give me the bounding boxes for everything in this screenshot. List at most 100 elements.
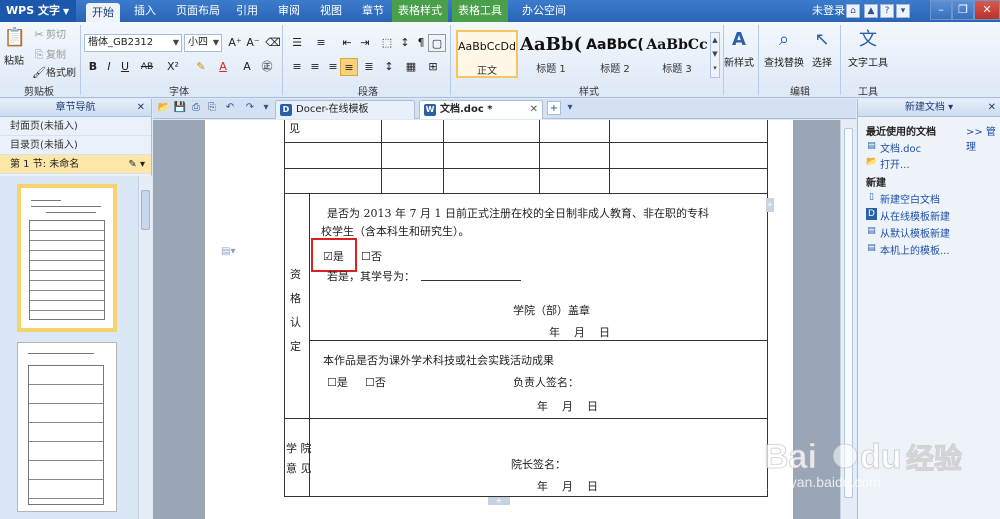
strikethrough-icon[interactable]: AB bbox=[138, 58, 156, 76]
chevron-down-icon[interactable]: ▾ bbox=[563, 101, 577, 115]
style-heading-3[interactable]: AaBbCc 标题 3 bbox=[646, 30, 708, 78]
close-tab-icon[interactable]: ✕ bbox=[530, 101, 538, 119]
open-link[interactable]: 打开... bbox=[880, 156, 910, 171]
login-status[interactable]: 未登录 bbox=[812, 0, 845, 22]
font-size-combo[interactable]: 小四 ▼ bbox=[184, 34, 222, 52]
shrink-font-icon[interactable]: A⁻ bbox=[244, 34, 262, 52]
decrease-indent-icon[interactable]: ⇤ bbox=[338, 34, 356, 52]
table-border bbox=[609, 120, 610, 193]
font-color-icon[interactable]: A bbox=[214, 58, 232, 76]
new-tab-icon[interactable]: + bbox=[547, 101, 561, 115]
nav-item-cover[interactable]: 封面页(未插入) bbox=[0, 117, 151, 136]
checkbox-no-2[interactable]: ☐否 bbox=[365, 374, 386, 390]
app-menu-button[interactable]: WPS 文字 ▼ bbox=[0, 0, 76, 22]
tab-chapter[interactable]: 章节 bbox=[356, 0, 390, 22]
tab-table-style[interactable]: 表格样式 bbox=[392, 0, 448, 22]
help-icon[interactable]: ? bbox=[880, 4, 894, 18]
styles-scroll[interactable]: ▲ ▼ ▾ bbox=[710, 32, 720, 78]
tab-home[interactable]: 开始 bbox=[86, 3, 120, 22]
style-normal[interactable]: AaBbCcDd 正文 bbox=[456, 30, 518, 78]
new-style-button[interactable]: A 新样式 bbox=[724, 28, 754, 69]
highlight-icon[interactable]: ✎ bbox=[192, 58, 210, 76]
close-icon[interactable]: ✕ bbox=[988, 99, 996, 117]
align-left-icon[interactable]: ≡ bbox=[288, 58, 306, 76]
dropdown-icon[interactable]: ▾ bbox=[896, 4, 910, 18]
line-spacing-icon[interactable]: ↕ bbox=[380, 58, 398, 76]
phonetic-icon[interactable]: ㊣ bbox=[258, 58, 276, 76]
char-shading-icon[interactable]: A bbox=[238, 58, 256, 76]
tab-table-tools[interactable]: 表格工具 bbox=[452, 0, 508, 22]
collapse-icon[interactable]: ▲ bbox=[864, 4, 878, 18]
chinese-layout-icon[interactable]: ⬚ bbox=[378, 34, 396, 52]
copy-label: 复制 bbox=[46, 50, 66, 61]
document-page[interactable]: 见 资 格 认 定 是否为 2013 年 7 月 1 日前正式注册在校的全日制非… bbox=[205, 120, 793, 519]
paragraph-marker-icon[interactable]: ▤▾ bbox=[221, 246, 235, 257]
doctab-document[interactable]: W 文档.doc * ✕ bbox=[419, 100, 543, 119]
redo-icon[interactable]: ↷ bbox=[243, 101, 257, 115]
add-row-handle[interactable]: + bbox=[488, 497, 510, 505]
tab-insert[interactable]: 插入 bbox=[128, 0, 162, 22]
numbering-icon[interactable]: ≡ bbox=[312, 34, 330, 52]
print-icon[interactable]: ⎙ bbox=[189, 101, 203, 115]
grow-font-icon[interactable]: A⁺ bbox=[226, 34, 244, 52]
border-icon[interactable]: ▢ bbox=[428, 34, 446, 52]
style-name: 标题 2 bbox=[600, 64, 630, 75]
tab-view[interactable]: 视图 bbox=[314, 0, 348, 22]
restore-button[interactable]: ❐ bbox=[952, 0, 974, 20]
select-label: 选择 bbox=[812, 58, 832, 69]
nav-item-toc[interactable]: 目录页(未插入) bbox=[0, 136, 151, 155]
page-thumbnail[interactable] bbox=[17, 184, 117, 332]
chevron-down-icon[interactable]: ▾ bbox=[259, 101, 273, 115]
justify-icon[interactable]: ≡ bbox=[340, 58, 358, 76]
manage-link[interactable]: >> 管理 bbox=[966, 123, 1000, 153]
text-tools-button[interactable]: 文 文字工具 bbox=[844, 28, 892, 69]
save-icon[interactable]: 💾 bbox=[173, 101, 187, 115]
undo-icon[interactable]: ↶ bbox=[223, 101, 237, 115]
format-painter-button[interactable]: 🖌格式刷 bbox=[32, 66, 76, 82]
nav-scrollbar[interactable] bbox=[138, 176, 152, 519]
new-blank-link[interactable]: 新建空白文档 bbox=[880, 191, 940, 206]
chapter-nav-pane: 章节导航 ✕ 封面页(未插入) 目录页(未插入) 第 1 节: 未命名 ✎ ▾ bbox=[0, 99, 152, 519]
table-border-icon[interactable]: ⊞ bbox=[424, 58, 442, 76]
local-templates-link[interactable]: 本机上的模板... bbox=[880, 242, 950, 257]
recent-doc-link[interactable]: 文档.doc bbox=[880, 140, 921, 155]
tab-references[interactable]: 引用 bbox=[230, 0, 264, 22]
doctab-docer-templates[interactable]: D Docer-在线模板 bbox=[275, 100, 415, 119]
new-from-default-link[interactable]: 从默认模板新建 bbox=[880, 225, 950, 240]
tab-office-space[interactable]: 办公空间 bbox=[516, 0, 572, 22]
print-preview-icon[interactable]: ⎘ bbox=[205, 101, 219, 115]
add-column-handle[interactable]: + bbox=[766, 198, 774, 212]
close-icon[interactable]: ✕ bbox=[137, 99, 145, 117]
tab-page-layout[interactable]: 页面布局 bbox=[170, 0, 226, 22]
checkbox-yes-2[interactable]: ☐是 bbox=[327, 374, 348, 390]
bullets-icon[interactable]: ☰ bbox=[288, 34, 306, 52]
find-replace-button[interactable]: ⌕ 查找替换 bbox=[764, 28, 804, 69]
responsible-sign-label: 负责人签名： bbox=[513, 376, 579, 389]
clear-format-icon[interactable]: ⌫ bbox=[264, 34, 282, 52]
close-button[interactable]: ✕ bbox=[974, 0, 1000, 20]
checkbox-no[interactable]: ☐否 bbox=[361, 248, 382, 264]
distributed-icon[interactable]: ≣ bbox=[360, 58, 378, 76]
superscript-icon[interactable]: X² bbox=[164, 58, 182, 76]
checkbox-yes-checked[interactable]: ☑是 bbox=[323, 248, 344, 264]
paste-button[interactable]: 📋 粘贴 bbox=[2, 26, 26, 67]
cut-button[interactable]: ✂ 剪切 bbox=[32, 28, 66, 44]
edit-icon[interactable]: ✎ ▾ bbox=[128, 155, 145, 174]
open-folder-icon[interactable]: 📂 bbox=[157, 101, 171, 115]
style-heading-1[interactable]: AaBb( 标题 1 bbox=[520, 30, 582, 78]
font-name-combo[interactable]: 楷体_GB2312 ▼ bbox=[84, 34, 182, 52]
student-no-underline[interactable] bbox=[421, 280, 521, 281]
increase-indent-icon[interactable]: ⇥ bbox=[356, 34, 374, 52]
skin-icon[interactable]: ⌂ bbox=[846, 4, 860, 18]
style-heading-2[interactable]: AaBbC( 标题 2 bbox=[584, 30, 646, 78]
tab-review[interactable]: 审阅 bbox=[272, 0, 306, 22]
minimize-button[interactable]: – bbox=[930, 0, 952, 20]
new-from-online-link[interactable]: 从在线模板新建 bbox=[880, 208, 950, 223]
shading-icon[interactable]: ▦ bbox=[402, 58, 420, 76]
page-thumbnail[interactable] bbox=[17, 342, 117, 512]
nav-item-section-1[interactable]: 第 1 节: 未命名 ✎ ▾ bbox=[0, 155, 151, 174]
copy-button[interactable]: ⎘ 复制 bbox=[32, 48, 66, 64]
select-button[interactable]: ↖ 选择 bbox=[808, 28, 836, 69]
align-center-icon[interactable]: ≡ bbox=[306, 58, 324, 76]
underline-icon[interactable]: U bbox=[116, 58, 134, 76]
